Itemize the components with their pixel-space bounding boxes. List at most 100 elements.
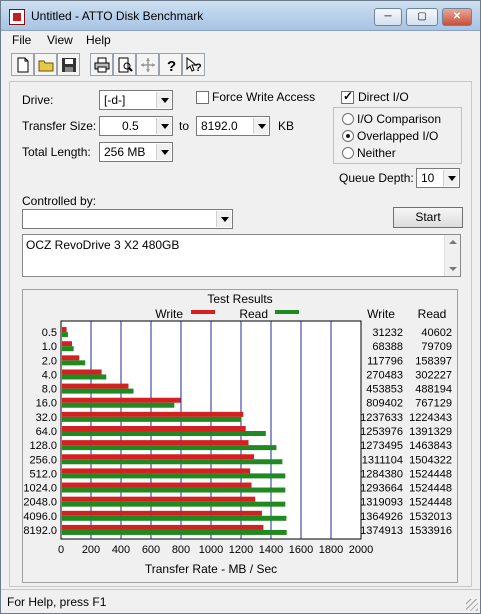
status-text: For Help, press F1 — [7, 595, 107, 609]
transfer-from-select[interactable]: 0.5 — [99, 116, 173, 136]
new-file-icon — [17, 57, 29, 73]
chevron-down-icon — [216, 211, 231, 227]
read-value: 1532013 — [409, 511, 452, 523]
drive-select[interactable]: [-d-] — [99, 90, 173, 110]
write-bar — [62, 482, 252, 488]
write-value: 1293664 — [360, 483, 403, 495]
read-bar — [62, 501, 286, 507]
category-label: 8192.0 — [23, 525, 57, 537]
read-bar — [62, 374, 107, 380]
title-bar[interactable]: Untitled - ATTO Disk Benchmark ─ ▢ ✕ — [1, 1, 480, 31]
read-bar — [62, 515, 287, 521]
maximize-button[interactable]: ▢ — [406, 8, 438, 26]
x-tick-label: 1800 — [319, 544, 343, 556]
io-comparison-radio[interactable] — [342, 113, 354, 125]
results-title: Test Results — [207, 292, 272, 306]
menu-file[interactable]: File — [12, 33, 31, 47]
force-write-checkbox[interactable] — [196, 91, 209, 104]
x-tick-label: 1600 — [289, 544, 313, 556]
help-button[interactable]: ? — [159, 53, 182, 76]
category-label: 4096.0 — [23, 511, 57, 523]
neither-radio[interactable] — [342, 147, 354, 159]
context-help-button[interactable]: ? — [182, 53, 205, 76]
results-chart: Test Results Write Read Write Read 0 200 4… — [23, 292, 452, 576]
x-tick-label: 800 — [172, 544, 190, 556]
read-value: 1524448 — [409, 468, 452, 480]
test-results-panel: Test Results Write Read Write Read 0 200 4… — [22, 289, 458, 583]
neither-label: Neither — [357, 146, 396, 160]
description-textarea[interactable]: OCZ RevoDrive 3 X2 480GB — [22, 234, 461, 277]
read-bar — [62, 459, 283, 465]
read-value: 1533916 — [409, 525, 452, 537]
kb-label: KB — [278, 119, 295, 133]
category-label: 16.0 — [36, 398, 57, 410]
write-bar — [62, 397, 181, 403]
category-label: 256.0 — [29, 454, 57, 466]
print-preview-button[interactable] — [113, 53, 136, 76]
transfer-to-select[interactable]: 8192.0 — [196, 116, 270, 136]
queue-depth-select[interactable]: 10 — [416, 168, 460, 188]
x-tick-label: 1400 — [259, 544, 283, 556]
menu-view[interactable]: View — [47, 33, 73, 47]
write-value: 1284380 — [360, 468, 403, 480]
category-label: 128.0 — [29, 440, 57, 452]
overlapped-io-radio[interactable] — [342, 130, 354, 142]
start-button[interactable]: Start — [393, 207, 463, 228]
x-tick-label: 200 — [82, 544, 100, 556]
write-value: 1237633 — [360, 412, 403, 424]
io-comparison-label: I/O Comparison — [357, 112, 442, 126]
help-icon: ? — [167, 58, 176, 73]
scroll-up-icon — [449, 240, 457, 244]
read-value: 158397 — [415, 355, 452, 367]
open-folder-icon — [38, 60, 54, 72]
chevron-down-icon — [156, 92, 171, 108]
read-value: 302227 — [415, 369, 452, 381]
menu-help[interactable]: Help — [86, 33, 111, 47]
resize-grip-icon[interactable] — [466, 599, 478, 611]
chevron-down-icon — [443, 170, 458, 186]
description-scrollbar[interactable] — [444, 235, 460, 276]
queue-depth-label: Queue Depth: — [339, 171, 414, 185]
move-button[interactable] — [136, 53, 159, 76]
category-label: 32.0 — [36, 412, 57, 424]
write-bar — [62, 383, 129, 389]
minimize-button[interactable]: ─ — [374, 8, 402, 26]
queue-depth-value: 10 — [421, 171, 435, 185]
write-value: 117796 — [367, 355, 403, 367]
x-tick-label: 600 — [142, 544, 160, 556]
atto-app-icon — [9, 9, 25, 25]
save-button[interactable] — [57, 53, 80, 76]
total-length-label: Total Length: — [22, 145, 91, 159]
read-bar — [62, 529, 287, 535]
drive-label: Drive: — [22, 93, 54, 107]
menu-bar: File View Help — [1, 31, 480, 49]
category-label: 0.5 — [42, 327, 57, 339]
print-button[interactable] — [90, 53, 113, 76]
force-write-label: Force Write Access — [212, 90, 316, 104]
write-bar — [62, 426, 246, 431]
write-value: 270483 — [366, 369, 403, 381]
new-file-button[interactable] — [11, 53, 34, 76]
svg-text:?: ? — [167, 58, 176, 73]
controlled-by-select[interactable] — [22, 209, 233, 229]
write-value: 1253976 — [360, 426, 403, 438]
write-value: 1311104 — [362, 454, 403, 466]
write-value: 1364926 — [360, 511, 403, 523]
open-button[interactable] — [34, 53, 57, 76]
total-length-select[interactable]: 256 MB — [99, 142, 173, 162]
write-bar — [62, 510, 262, 516]
read-bar — [62, 402, 175, 408]
svg-text:?: ? — [195, 62, 202, 73]
direct-io-checkbox[interactable] — [341, 89, 354, 104]
close-button[interactable]: ✕ — [442, 8, 472, 26]
read-value: 767129 — [415, 398, 452, 410]
category-label: 1.0 — [42, 341, 57, 353]
write-value: 31232 — [372, 327, 403, 339]
read-bar — [62, 416, 242, 422]
category-label: 64.0 — [36, 426, 57, 438]
write-column-header: Write — [367, 307, 395, 321]
x-tick-label: 1200 — [229, 544, 253, 556]
direct-io-label: Direct I/O — [358, 90, 409, 104]
category-label: 2048.0 — [23, 497, 57, 509]
transfer-to-value: 8192.0 — [201, 119, 238, 133]
